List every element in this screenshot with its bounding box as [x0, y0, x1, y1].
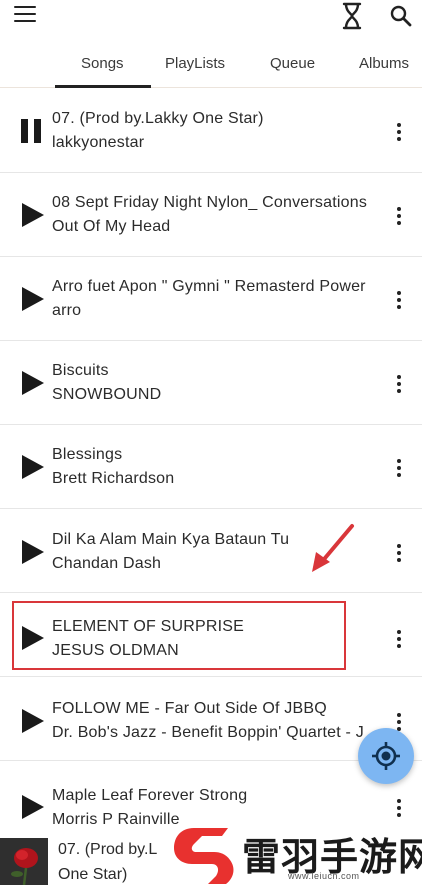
more-options-icon[interactable]	[396, 375, 402, 393]
crosshair-icon	[372, 742, 400, 770]
play-icon[interactable]	[22, 795, 44, 819]
search-icon[interactable]	[389, 4, 413, 28]
song-artist: SNOWBOUND	[52, 386, 162, 403]
song-title: 07. (Prod by.Lakky One Star)	[52, 110, 264, 127]
more-options-icon[interactable]	[396, 544, 402, 562]
more-options-icon[interactable]	[396, 207, 402, 225]
song-artist: arro	[52, 302, 82, 319]
watermark-logo-icon	[174, 828, 234, 884]
song-row[interactable]: Arro fuet Apon " Gymni " Remasterd Power…	[0, 257, 422, 341]
song-row[interactable]: Blessings Brett Richardson	[0, 425, 422, 509]
song-title: FOLLOW ME - Far Out Side Of JBBQ	[52, 700, 327, 717]
more-options-icon[interactable]	[396, 630, 402, 648]
tab-queue[interactable]: Queue	[270, 55, 315, 72]
tab-bar: Songs PlayLists Queue Albums	[0, 40, 422, 88]
song-title: Maple Leaf Forever Strong	[52, 787, 248, 804]
song-artist: lakkyonestar	[52, 134, 145, 151]
watermark: 雷羽手游网 www.leiucn.com	[168, 826, 422, 885]
more-options-icon[interactable]	[396, 291, 402, 309]
play-icon[interactable]	[22, 203, 44, 227]
more-options-icon[interactable]	[396, 123, 402, 141]
menu-icon[interactable]	[14, 6, 36, 24]
more-options-icon[interactable]	[396, 799, 402, 817]
play-icon[interactable]	[22, 371, 44, 395]
top-app-bar	[0, 0, 422, 40]
song-title: Blessings	[52, 446, 123, 463]
sleep-timer-icon[interactable]	[339, 2, 365, 30]
song-row[interactable]: Biscuits SNOWBOUND	[0, 341, 422, 425]
watermark-url: www.leiucn.com	[288, 871, 360, 881]
more-options-icon[interactable]	[396, 459, 402, 477]
song-artist: Dr. Bob's Jazz - Benefit Boppin' Quartet…	[52, 724, 364, 741]
album-art[interactable]	[0, 838, 48, 885]
play-icon[interactable]	[22, 455, 44, 479]
active-tab-indicator	[55, 85, 151, 88]
highlight-box	[12, 601, 346, 670]
song-title: 08 Sept Friday Night Nylon_ Conversation…	[52, 194, 368, 211]
locate-current-song-button[interactable]	[358, 728, 414, 784]
play-icon[interactable]	[22, 709, 44, 733]
play-icon[interactable]	[22, 540, 44, 564]
song-title: Biscuits	[52, 362, 109, 379]
song-artist: Brett Richardson	[52, 470, 175, 487]
rose-icon	[0, 838, 48, 885]
song-row[interactable]: Dil Ka Alam Main Kya Bataun Tu Chandan D…	[0, 509, 422, 593]
play-icon[interactable]	[22, 287, 44, 311]
song-row[interactable]: 07. (Prod by.Lakky One Star) lakkyonesta…	[0, 89, 422, 173]
song-row[interactable]: 08 Sept Friday Night Nylon_ Conversation…	[0, 173, 422, 257]
tab-songs[interactable]: Songs	[81, 55, 124, 72]
tab-playlists[interactable]: PlayLists	[165, 55, 225, 72]
tab-albums[interactable]: Albums	[359, 55, 409, 72]
now-playing-title-continued: One Star)	[58, 866, 128, 883]
song-artist: Out Of My Head	[52, 218, 171, 235]
annotation-arrow-icon	[312, 524, 354, 572]
song-title: Arro fuet Apon " Gymni " Remasterd Power	[52, 278, 366, 295]
pause-icon[interactable]	[21, 119, 43, 143]
now-playing-title: 07. (Prod by.L	[58, 841, 158, 858]
